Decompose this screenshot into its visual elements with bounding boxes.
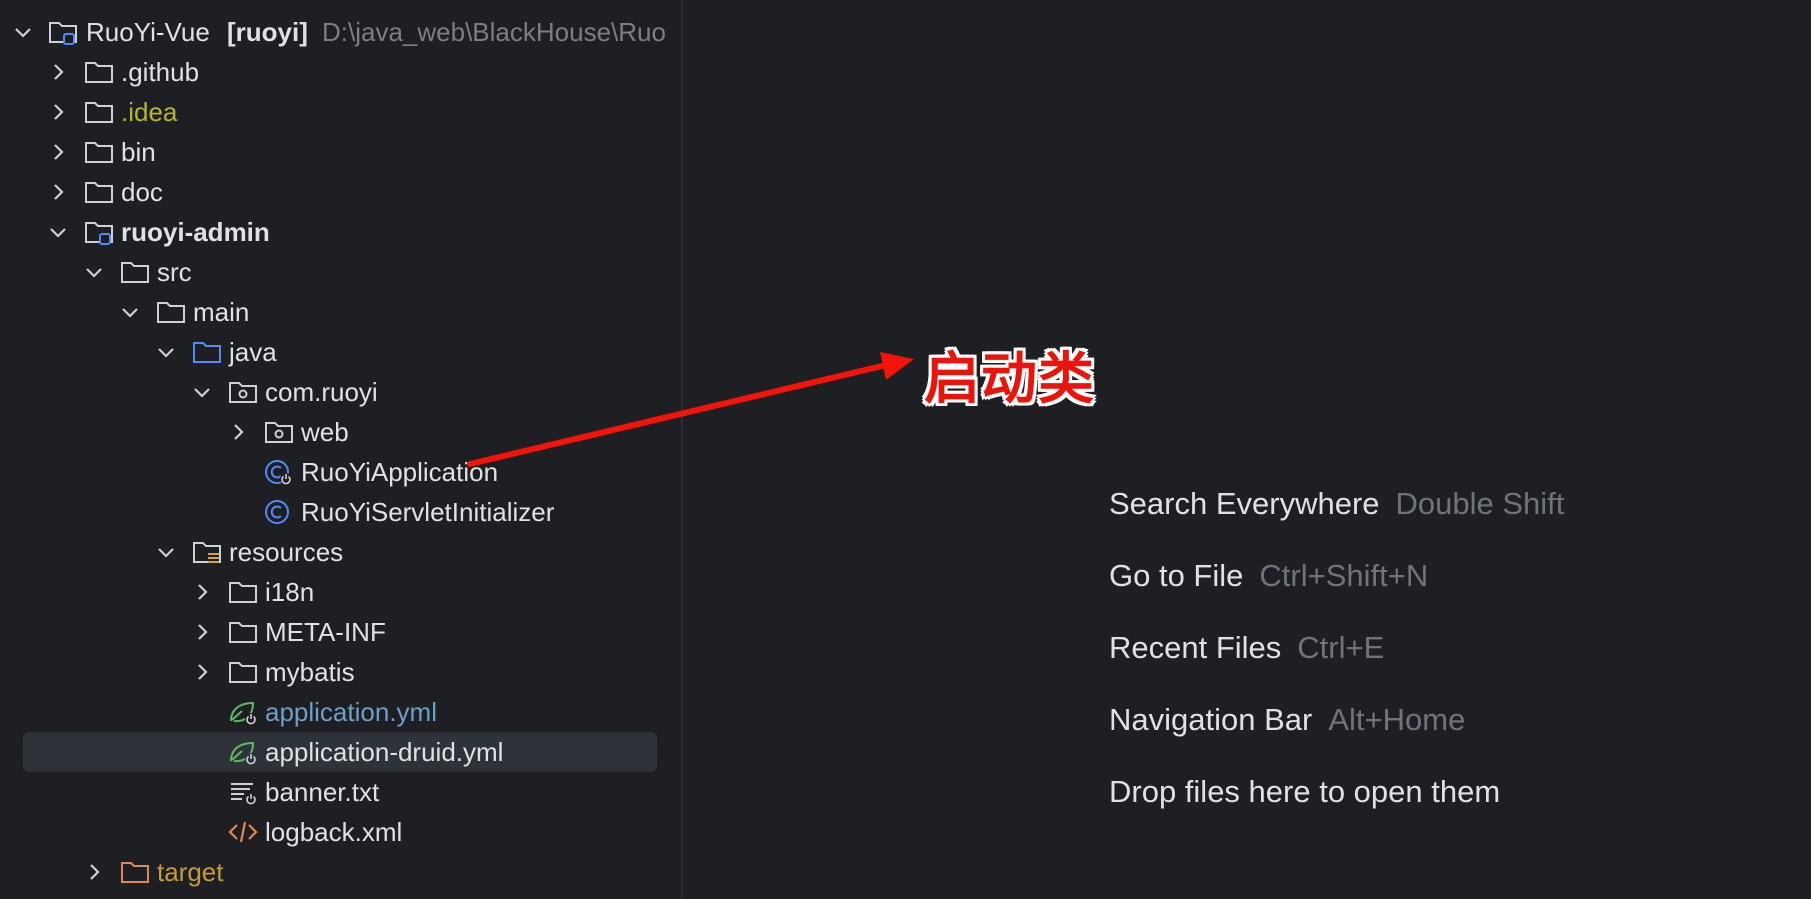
annotation-arrow	[467, 352, 914, 467]
annotation-label: 启动类	[924, 347, 1095, 412]
